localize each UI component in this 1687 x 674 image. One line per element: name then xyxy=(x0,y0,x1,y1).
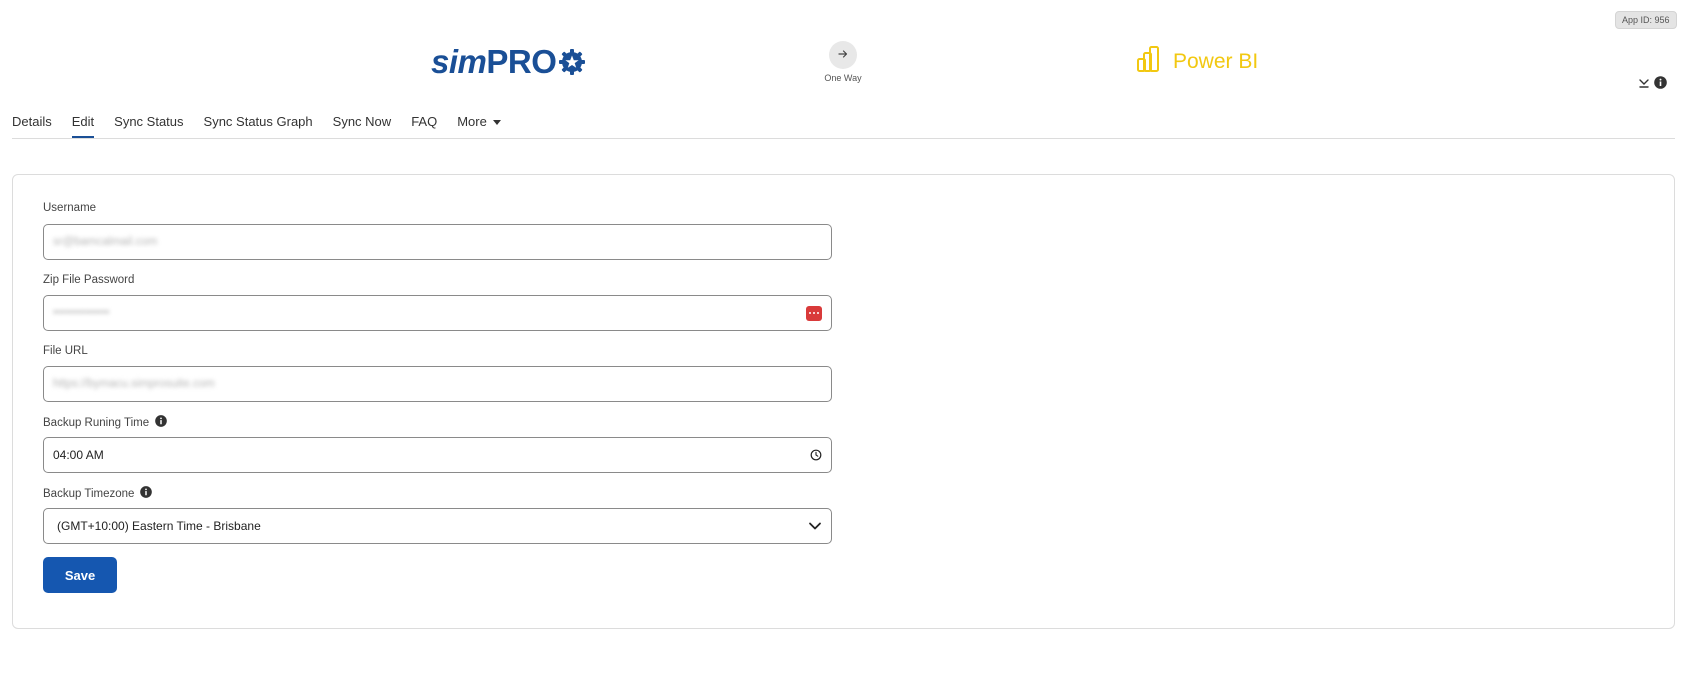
info-icon[interactable] xyxy=(1654,76,1667,94)
tab-faq-label: FAQ xyxy=(411,114,438,129)
collapse-icon[interactable] xyxy=(1638,76,1650,94)
file-url-label-text: File URL xyxy=(43,345,88,357)
caret-down-icon xyxy=(492,120,501,126)
tab-bar: Details Edit Sync Status Sync Status Gra… xyxy=(12,105,1675,139)
zip-password-value: •••••••••••••• xyxy=(53,307,110,319)
file-url-field[interactable]: https://bymacu.simprosuite.com xyxy=(43,366,832,402)
username-label: Username xyxy=(43,202,96,214)
username-value: sr@bamcalmail.com xyxy=(53,236,158,248)
tab-sync-now[interactable]: Sync Now xyxy=(333,105,392,138)
header-actions xyxy=(1638,76,1667,94)
edit-form-card: Username sr@bamcalmail.com Zip File Pass… xyxy=(12,174,1675,629)
zip-password-label-text: Zip File Password xyxy=(43,274,135,286)
tab-sync-now-label: Sync Now xyxy=(332,114,392,129)
tab-faq[interactable]: FAQ xyxy=(411,105,437,138)
zip-password-field[interactable]: •••••••••••••• xyxy=(43,295,832,331)
zip-password-label: Zip File Password xyxy=(43,274,134,286)
backup-timezone-label: Backup Timezone xyxy=(43,486,153,501)
backup-timezone-select[interactable]: (GMT+10:00) Eastern Time - Brisbane xyxy=(43,508,832,544)
arrow-right-icon xyxy=(838,46,848,64)
power-bi-logo-text: Power BI xyxy=(1173,50,1259,73)
chevron-down-icon xyxy=(808,521,822,531)
backup-time-label-text: Backup Runing Time xyxy=(43,416,150,429)
simpro-logo-text-sim: sim xyxy=(431,43,487,80)
username-label-text: Username xyxy=(43,202,97,214)
flow-label: One Way xyxy=(824,73,862,83)
backup-timezone-value: (GMT+10:00) Eastern Time - Brisbane xyxy=(57,519,261,533)
backup-time-input[interactable]: 04:00 AM xyxy=(43,437,832,473)
power-bi-logo: Power BI xyxy=(1135,46,1258,78)
file-url-value: https://bymacu.simprosuite.com xyxy=(53,378,215,390)
clock-icon[interactable] xyxy=(810,449,822,461)
app-id-badge: App ID: 956 xyxy=(1615,11,1677,29)
power-bi-icon xyxy=(1135,44,1165,80)
flow-direction-indicator xyxy=(829,41,857,69)
save-button[interactable]: Save xyxy=(43,557,117,593)
tab-edit-label: Edit xyxy=(71,114,95,129)
password-manager-icon[interactable] xyxy=(806,305,822,321)
tab-sync-status[interactable]: Sync Status xyxy=(114,105,183,138)
simpro-logo-text-pro: PRO xyxy=(486,43,557,80)
tab-more-label: More xyxy=(457,114,487,129)
tab-sync-status-label: Sync Status xyxy=(114,114,184,129)
tab-details[interactable]: Details xyxy=(12,105,52,138)
info-icon[interactable] xyxy=(155,415,167,430)
backup-time-value: 04:00 AM xyxy=(53,448,104,462)
tab-edit[interactable]: Edit xyxy=(71,105,95,138)
simpro-logo: sim PRO xyxy=(431,43,586,80)
tab-sync-status-graph-label: Sync Status Graph xyxy=(203,114,313,129)
backup-time-label: Backup Runing Time xyxy=(43,415,167,430)
info-icon[interactable] xyxy=(140,486,153,501)
tab-sync-status-graph[interactable]: Sync Status Graph xyxy=(204,105,313,138)
tab-details-label: Details xyxy=(12,114,52,129)
tab-more[interactable]: More xyxy=(457,105,501,138)
backup-timezone-label-text: Backup Timezone xyxy=(43,487,135,500)
gear-icon xyxy=(558,48,586,76)
username-field[interactable]: sr@bamcalmail.com xyxy=(43,224,832,260)
file-url-label: File URL xyxy=(43,345,88,357)
